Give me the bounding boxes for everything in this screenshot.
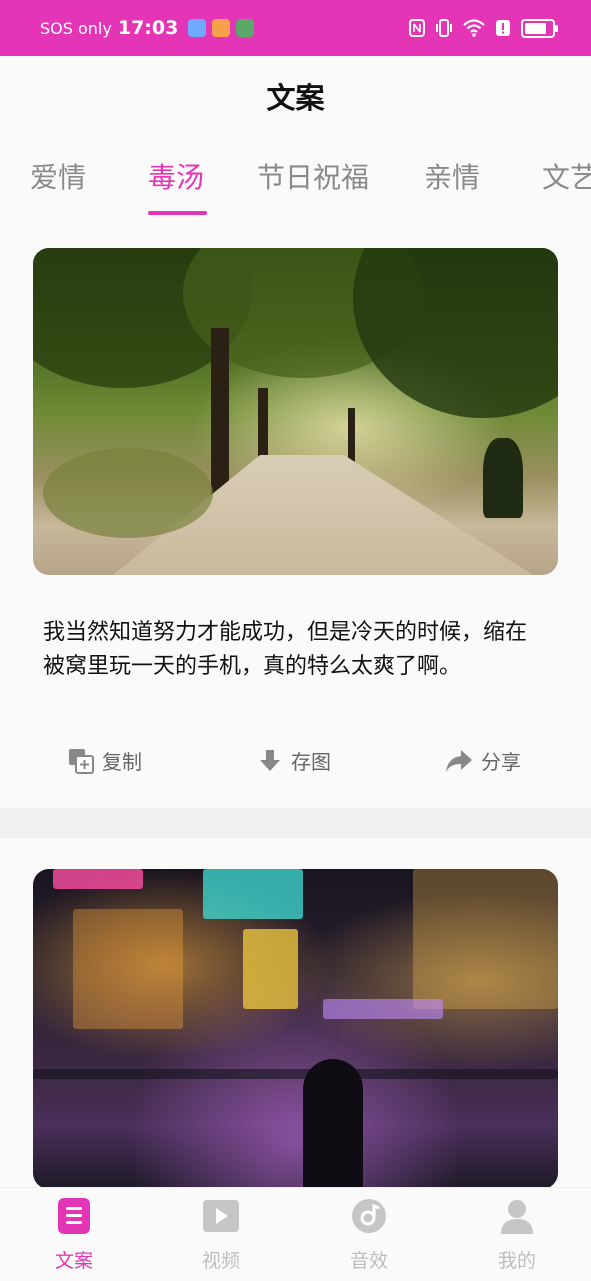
- app-header: 文案: [0, 56, 591, 142]
- post-card: [0, 838, 591, 1198]
- notification-app-icon: [236, 19, 255, 37]
- copy-button[interactable]: 复制: [68, 746, 142, 775]
- nav-label: 文案: [54, 1250, 93, 1272]
- document-icon: [58, 1198, 90, 1234]
- tab-poison-soup[interactable]: 毒汤: [148, 156, 204, 196]
- nav-copywriting[interactable]: 文案: [24, 1198, 124, 1273]
- wifi-icon: [463, 19, 485, 37]
- status-bar: SOS only 17:03: [0, 0, 591, 56]
- active-tab-indicator: [148, 211, 207, 215]
- post-actions: 复制 存图 分享: [0, 746, 591, 786]
- video-icon: [203, 1200, 239, 1232]
- nav-label: 视频: [201, 1250, 240, 1272]
- battery-icon: [521, 18, 558, 38]
- tab-love[interactable]: 爱情: [30, 156, 86, 196]
- nav-label: 我的: [497, 1250, 536, 1272]
- vibrate-icon: [436, 19, 452, 37]
- post-card: 我当然知道努力才能成功，但是冷天的时候，缩在被窝里玩一天的手机，真的特么太爽了啊…: [0, 228, 591, 808]
- user-icon: [501, 1200, 533, 1234]
- clock: 17:03: [117, 17, 179, 39]
- share-icon: [446, 749, 472, 772]
- share-button[interactable]: 分享: [445, 746, 521, 775]
- nav-sound-effects[interactable]: 音效: [319, 1198, 419, 1273]
- tab-literary[interactable]: 文艺: [542, 156, 591, 196]
- post-text: 我当然知道努力才能成功，但是冷天的时候，缩在被窝里玩一天的手机，真的特么太爽了啊…: [43, 620, 528, 679]
- music-icon: [352, 1199, 386, 1233]
- nav-label: 音效: [349, 1250, 388, 1272]
- bottom-nav: 文案 视频 音效 我的: [0, 1187, 591, 1281]
- tab-holiday-wishes[interactable]: 节日祝福: [257, 156, 369, 196]
- post-image[interactable]: [33, 248, 558, 575]
- save-image-label: 存图: [291, 750, 331, 774]
- tab-family[interactable]: 亲情: [424, 156, 480, 196]
- share-label: 分享: [481, 750, 521, 774]
- carrier-text: SOS only: [40, 18, 112, 38]
- nav-profile[interactable]: 我的: [467, 1198, 567, 1273]
- status-right: [409, 0, 558, 56]
- nfc-icon: [409, 19, 425, 37]
- notification-app-icon: [188, 19, 207, 37]
- copy-icon: [69, 748, 94, 774]
- download-icon: [260, 749, 280, 771]
- nav-video[interactable]: 视频: [171, 1198, 271, 1273]
- post-image[interactable]: [33, 869, 558, 1189]
- notification-app-icon: [212, 19, 231, 37]
- page-title: 文案: [266, 81, 325, 115]
- save-image-button[interactable]: 存图: [257, 746, 331, 775]
- status-left: SOS only 17:03: [40, 0, 255, 56]
- card-divider: [0, 808, 591, 838]
- alert-icon: [496, 20, 510, 36]
- copy-label: 复制: [102, 750, 142, 774]
- category-tabs: 爱情 毒汤 节日祝福 亲情 文艺: [0, 142, 591, 228]
